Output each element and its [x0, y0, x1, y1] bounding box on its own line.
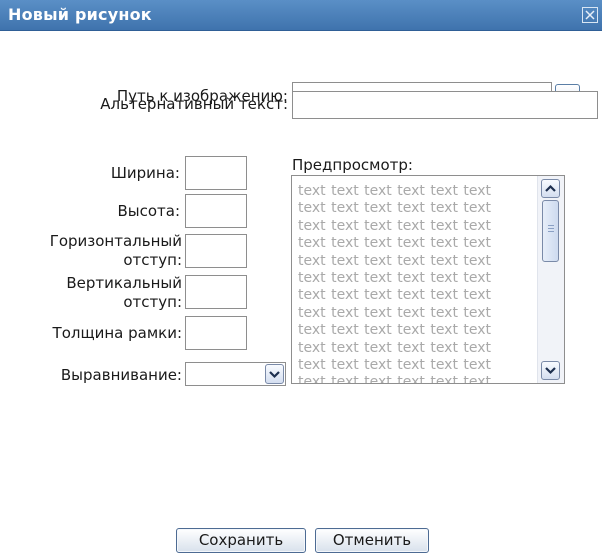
preview-line: text text text text text text [298, 200, 492, 217]
arrow-down-icon[interactable] [541, 361, 560, 380]
preview-line: text text text text text text [298, 183, 492, 199]
preview-line: text text text text text text [298, 217, 492, 234]
align-select[interactable] [185, 362, 286, 386]
alt-text-input[interactable] [292, 91, 598, 119]
preview-label: Предпросмотр: [292, 156, 413, 174]
arrow-up-icon[interactable] [541, 179, 560, 198]
save-button[interactable]: Сохранить [176, 528, 306, 553]
hspace-label-line1: Горизонтальный [49, 232, 182, 250]
preview-line: text text text text text text [298, 235, 492, 252]
preview-line: text text text text text text [298, 374, 492, 384]
border-input[interactable] [185, 316, 247, 350]
preview-line: text text text text text text [298, 287, 492, 304]
preview-box: text text text text text text text text t… [291, 175, 565, 384]
vspace-label-line2: отступ: [123, 293, 182, 311]
preview-line: text text text text text text [298, 304, 492, 321]
vspace-label-line1: Вертикальный [66, 274, 182, 292]
preview-line: text text text text text text [298, 270, 492, 287]
vspace-input[interactable] [185, 275, 247, 309]
preview-line: text text text text text text [298, 339, 492, 356]
dialog-title: Новый рисунок [8, 5, 152, 24]
preview-text: text text text text text text text text t… [298, 183, 536, 384]
dialog-titlebar: Новый рисунок [0, 0, 602, 31]
vspace-label: Вертикальный отступ: [0, 274, 182, 312]
width-input[interactable] [185, 156, 247, 190]
hspace-label: Горизонтальный отступ: [0, 232, 182, 270]
border-label: Толщина рамки: [52, 324, 182, 342]
preview-line: text text text text text text [298, 357, 492, 374]
height-label: Высота: [117, 202, 180, 220]
hspace-input[interactable] [185, 234, 247, 268]
preview-line: text text text text text text [298, 252, 492, 269]
scrollbar-thumb[interactable] [542, 200, 559, 262]
alt-text-label: Альтернативный текст: [100, 95, 288, 113]
preview-line: text text text text text text [298, 322, 492, 339]
cancel-button[interactable]: Отменить [315, 528, 429, 553]
preview-scrollbar[interactable] [537, 176, 564, 383]
hspace-label-line2: отступ: [123, 251, 182, 269]
align-label: Выравнивание: [60, 366, 182, 384]
chevron-down-icon[interactable] [265, 364, 284, 384]
width-label: Ширина: [110, 164, 180, 182]
height-input[interactable] [185, 194, 247, 228]
close-icon[interactable] [582, 7, 598, 23]
